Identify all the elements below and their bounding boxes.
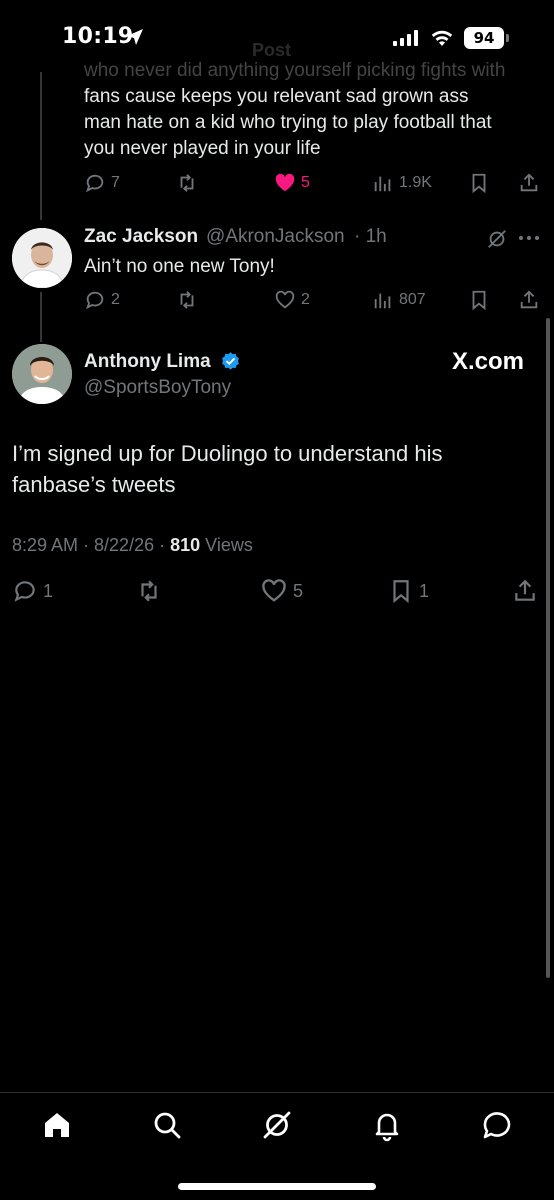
bookmark-icon: [472, 173, 486, 194]
bookmark-button[interactable]: [468, 288, 490, 312]
battery-indicator: 94: [464, 27, 504, 49]
repost-button[interactable]: [136, 576, 162, 606]
main-text-line: fanbase’s tweets: [12, 472, 176, 497]
main-author-name[interactable]: Anthony Lima: [84, 351, 211, 373]
main-author-handle[interactable]: @SportsBoyTony: [84, 377, 231, 399]
reply-button[interactable]: 1: [12, 576, 53, 606]
reply2-author-handle[interactable]: @AkronJackson: [206, 226, 345, 248]
share-icon: [520, 290, 538, 309]
x-com-watermark: X.com: [452, 348, 525, 375]
heart-icon: [275, 290, 295, 309]
tweet-timestamp: 8:29 AM · 8/22/26 · 810 Views: [12, 535, 253, 556]
like-button[interactable]: 5: [260, 576, 303, 606]
reply-icon: [14, 581, 35, 602]
scrollbar[interactable]: [546, 318, 550, 978]
bookmark-button[interactable]: 1: [388, 576, 429, 606]
views-count: 1.9K: [399, 174, 432, 191]
views-icon: [374, 293, 391, 309]
reply2-author-name[interactable]: Zac Jackson: [84, 226, 198, 248]
reply-icon: [86, 291, 104, 310]
verified-badge-icon: [222, 352, 239, 370]
views-button[interactable]: 1.9K: [372, 171, 432, 195]
views-label: Views: [200, 535, 253, 555]
reply-count: 2: [111, 291, 120, 308]
home-icon[interactable]: [40, 1108, 74, 1142]
share-icon: [520, 173, 538, 192]
location-arrow-icon: [127, 29, 143, 45]
repost-button[interactable]: [176, 171, 198, 195]
reply-count: 7: [111, 174, 120, 191]
battery-tip: [506, 34, 509, 42]
reply1-text-line: man hate on a kid who trying to play foo…: [84, 112, 492, 133]
home-indicator[interactable]: [178, 1183, 376, 1190]
reply-count: 1: [43, 580, 54, 601]
avatar-image: [12, 344, 72, 404]
more-options-icon[interactable]: [518, 232, 540, 244]
reply-button[interactable]: 7: [84, 171, 120, 195]
share-icon: [515, 579, 535, 601]
repost-button[interactable]: [176, 288, 198, 312]
views-count: 807: [399, 291, 426, 308]
share-button[interactable]: [518, 288, 540, 312]
like-button[interactable]: 5: [274, 171, 310, 195]
search-icon[interactable]: [150, 1108, 184, 1142]
views-icon: [374, 176, 391, 192]
wifi-icon: [431, 30, 453, 46]
signal-icon: [393, 30, 418, 46]
bookmark-icon: [393, 580, 409, 604]
timestamp-text[interactable]: 8:29 AM · 8/22/26 ·: [12, 535, 170, 555]
like-count: 5: [301, 174, 310, 191]
reply1-text-line: you never played in your life: [84, 138, 321, 159]
reply-button[interactable]: 2: [84, 288, 120, 312]
like-count: 5: [293, 580, 304, 601]
grok-icon[interactable]: [486, 228, 508, 250]
avatar[interactable]: [12, 228, 72, 288]
avatar[interactable]: [12, 344, 72, 404]
views-button[interactable]: 807: [372, 288, 426, 312]
reply2-text: Ain’t no one new Tony!: [84, 256, 275, 277]
repost-icon: [180, 291, 194, 309]
like-button[interactable]: 2: [274, 288, 310, 312]
thread-line: [40, 72, 42, 220]
bookmark-count: 1: [419, 580, 430, 601]
bookmark-icon: [472, 290, 486, 311]
tab-bar-divider: [0, 1092, 554, 1093]
reply2-action-bar: 2 2 807: [84, 288, 544, 312]
share-button[interactable]: [512, 576, 538, 606]
grok-icon[interactable]: [260, 1108, 294, 1142]
notifications-icon[interactable]: [370, 1108, 404, 1142]
like-count: 2: [301, 291, 310, 308]
status-time: 10:19: [62, 24, 134, 49]
reply2-time: · 1h: [354, 226, 387, 247]
reply1-text-line: fans cause keeps you relevant sad grown …: [84, 86, 469, 107]
heart-icon: [262, 579, 286, 602]
thread-line: [40, 292, 42, 342]
avatar-image: [12, 228, 72, 288]
main-action-bar: 1 5 1: [12, 576, 542, 606]
main-text-line: I’m signed up for Duolingo to understand…: [12, 441, 443, 466]
reply-icon: [86, 174, 104, 193]
share-button[interactable]: [518, 171, 540, 195]
main-tweet-text: I’m signed up for Duolingo to understand…: [12, 438, 532, 500]
repost-icon: [180, 174, 194, 192]
heart-filled-icon: [275, 173, 295, 192]
messages-icon[interactable]: [480, 1108, 514, 1142]
reply1-cutoff-text: who never did anything yourself picking …: [84, 60, 506, 80]
bookmark-button[interactable]: [468, 171, 490, 195]
views-count: 810: [170, 535, 201, 555]
reply1-action-bar: 7 5 1.9K: [84, 171, 544, 195]
repost-icon: [141, 580, 157, 602]
